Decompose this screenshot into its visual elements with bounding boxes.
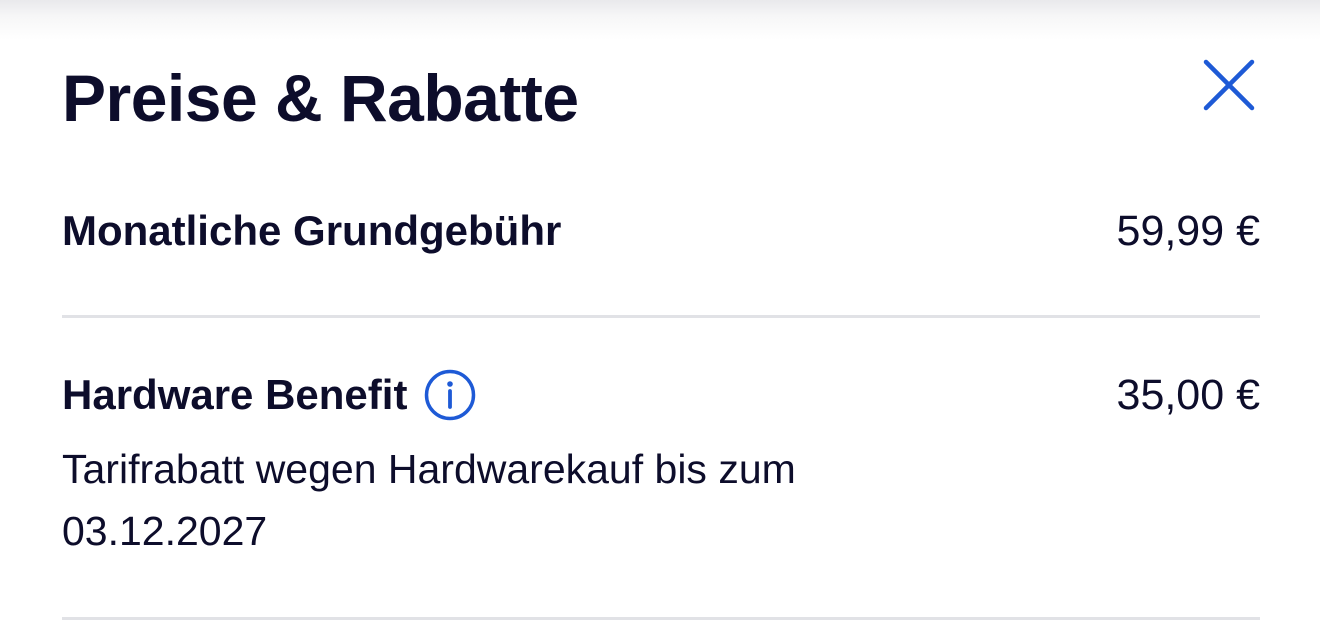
close-button[interactable] xyxy=(1198,56,1260,118)
base-fee-price: 59,99 € xyxy=(1116,207,1260,255)
price-row-hardware-benefit: Hardware Benefit 35,00 € Tarifrabatt weg… xyxy=(62,362,1260,620)
prices-discounts-sheet: Preise & Rabatte Monatliche Grundgebühr … xyxy=(0,0,1320,638)
hardware-benefit-description: Tarifrabatt wegen Hardwarekauf bis zum 0… xyxy=(62,446,796,554)
info-icon[interactable] xyxy=(423,368,477,422)
close-icon xyxy=(1203,59,1255,111)
hardware-benefit-label: Hardware Benefit xyxy=(62,371,408,418)
page-title: Preise & Rabatte xyxy=(62,61,579,135)
hardware-benefit-price: 35,00 € xyxy=(1116,371,1260,419)
base-fee-label: Monatliche Grundgebühr xyxy=(62,207,562,254)
price-row-base-fee: Monatliche Grundgebühr 59,99 € xyxy=(62,200,1260,318)
hardware-benefit-heading: Hardware Benefit xyxy=(62,362,477,428)
